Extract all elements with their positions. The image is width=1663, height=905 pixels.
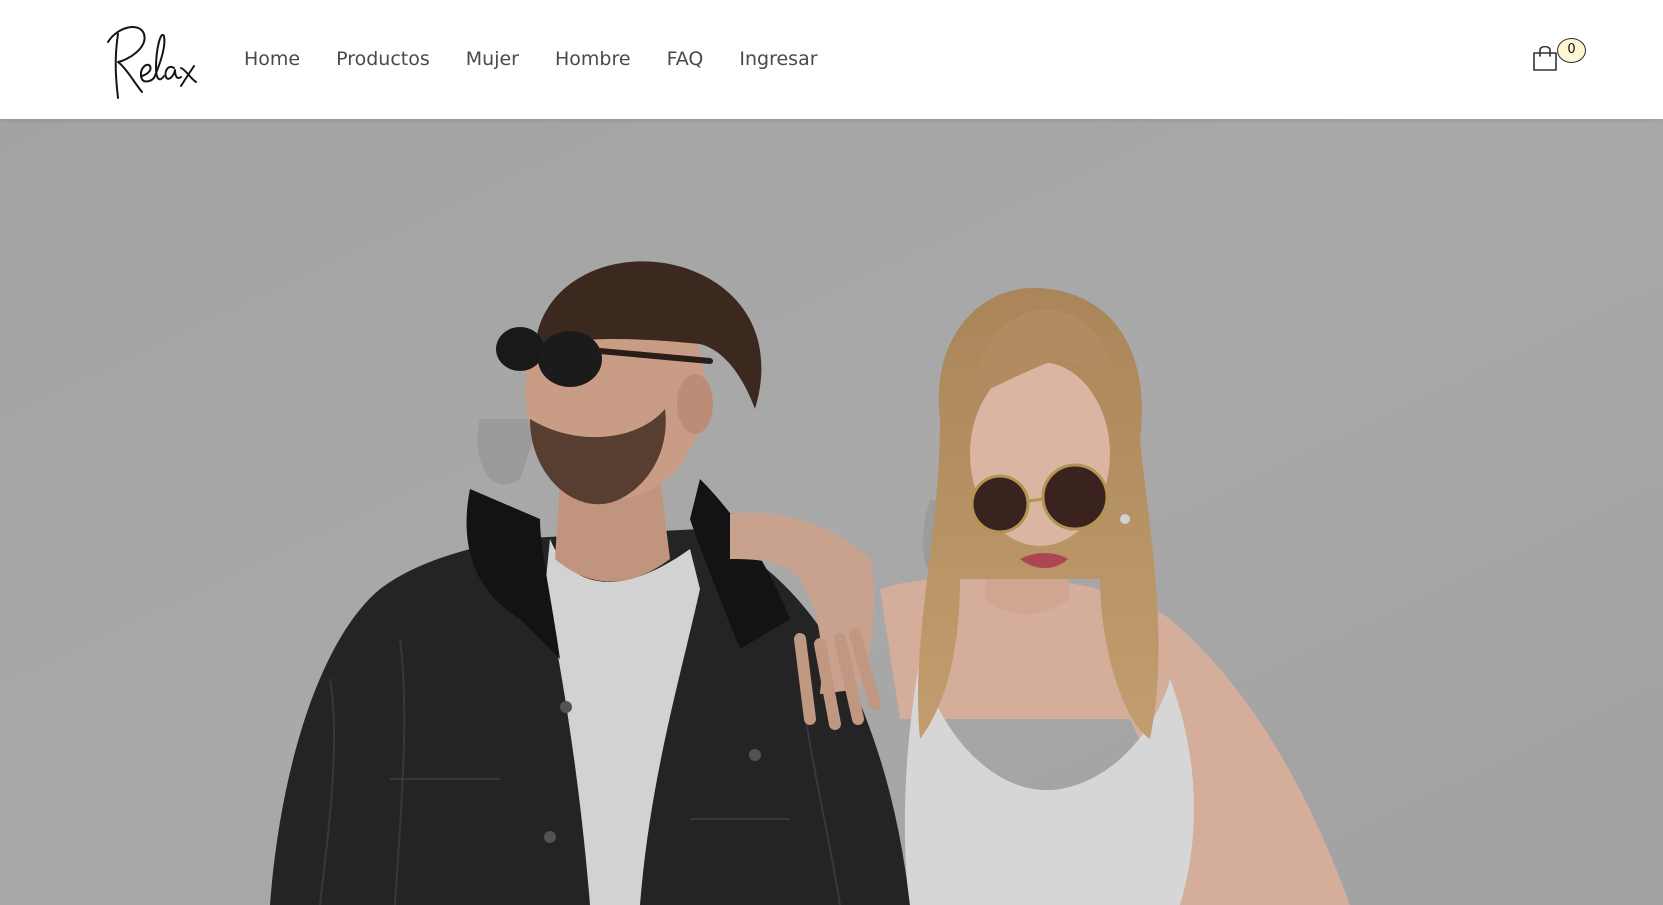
nav-ingresar-link[interactable]: Ingresar <box>739 44 817 74</box>
nav-home-link[interactable]: Home <box>244 44 300 74</box>
nav-faq-link[interactable]: FAQ <box>667 44 704 74</box>
nav-productos-link[interactable]: Productos <box>336 44 430 74</box>
relax-script-logo-icon <box>107 26 197 99</box>
shopping-bag-icon <box>1532 44 1558 72</box>
cart-button[interactable]: 0 <box>1530 36 1590 76</box>
main-nav: Home Productos Mujer Hombre FAQ Ingresar <box>244 44 854 74</box>
hero-photo <box>0 119 1663 905</box>
brand-logo[interactable] <box>104 20 200 102</box>
top-navbar: Home Productos Mujer Hombre FAQ Ingresar… <box>0 0 1663 119</box>
nav-hombre-link[interactable]: Hombre <box>555 44 631 74</box>
cart-count-badge: 0 <box>1557 38 1586 63</box>
nav-mujer-link[interactable]: Mujer <box>466 44 519 74</box>
hero-banner <box>0 119 1663 905</box>
